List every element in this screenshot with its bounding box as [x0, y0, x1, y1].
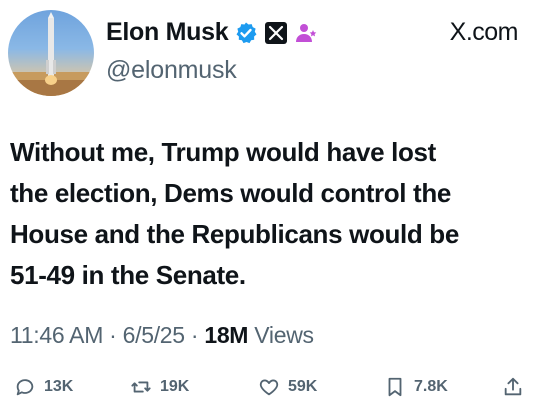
- repost-count: 19K: [160, 378, 190, 395]
- tweet-time[interactable]: 11:46 AM: [10, 322, 103, 348]
- share-button[interactable]: [502, 376, 524, 398]
- rocket-launch-image: [8, 12, 94, 96]
- repost-button[interactable]: 19K: [130, 376, 189, 398]
- views-count: 18M: [204, 322, 249, 348]
- views-label: Views: [254, 322, 314, 348]
- avatar[interactable]: [8, 10, 94, 96]
- tweet-text: Without me, Trump would have lost the el…: [10, 132, 526, 296]
- display-name[interactable]: Elon Musk: [106, 18, 229, 47]
- reply-button[interactable]: 13K: [14, 376, 73, 398]
- affiliate-icon: [294, 21, 318, 45]
- meta-separator: ·: [190, 322, 199, 348]
- tweet-line: House and the Republicans would be: [10, 219, 459, 249]
- tweet-line: the election, Dems would control the: [10, 178, 452, 208]
- meta-separator: ·: [109, 322, 117, 348]
- repost-icon: [131, 381, 151, 393]
- action-bar: 13K 19K 59K 7.8K: [14, 376, 528, 402]
- tweet-date[interactable]: 6/5/25: [123, 322, 185, 348]
- name-row: Elon Musk: [106, 18, 318, 47]
- handle[interactable]: @elonmusk: [106, 56, 237, 85]
- bookmark-icon: [388, 377, 402, 397]
- reply-icon: [16, 379, 34, 396]
- share-icon: [504, 377, 522, 396]
- tweet-line: Without me, Trump would have lost: [10, 137, 436, 167]
- like-button[interactable]: 59K: [258, 376, 317, 398]
- tweet-meta: 11:46 AM · 6/5/25 · 18M Views: [10, 322, 314, 349]
- tweet-line: 51-49 in the Senate.: [10, 260, 246, 290]
- brand-label: X.com: [449, 18, 519, 46]
- reply-count: 13K: [44, 378, 74, 395]
- bookmark-count: 7.8K: [414, 378, 448, 395]
- verified-badge-icon: [234, 21, 258, 45]
- x-logo-badge-icon: [264, 21, 288, 45]
- like-icon: [259, 379, 279, 396]
- like-count: 59K: [288, 378, 318, 395]
- bookmark-button[interactable]: 7.8K: [384, 376, 448, 398]
